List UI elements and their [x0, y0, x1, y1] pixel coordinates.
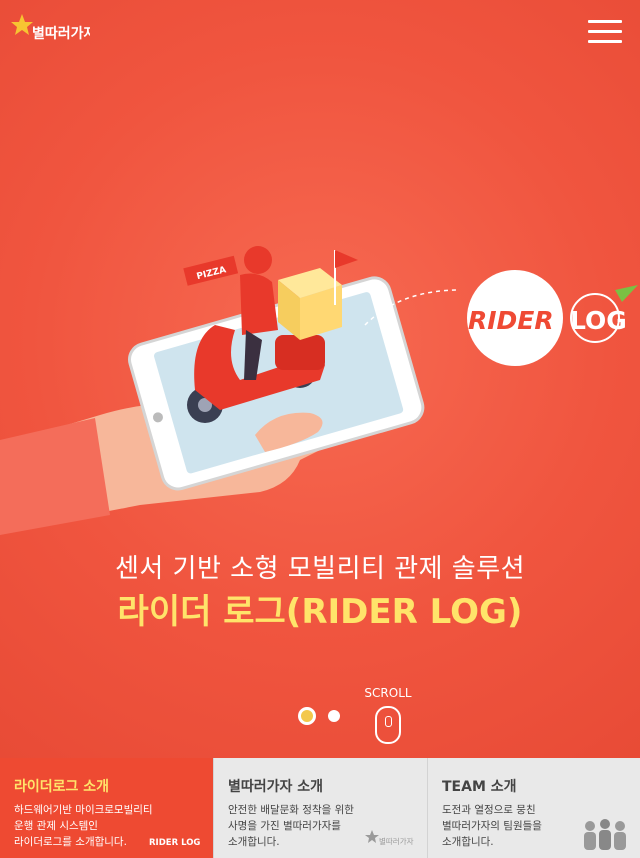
panel-title: TEAM 소개: [442, 779, 517, 795]
panel-text-line: 하드웨어기반 마이크로모빌리티: [14, 804, 153, 816]
svg-text:별따러가자: 별따러가자: [379, 836, 414, 846]
brand-logo[interactable]: 별따러가자: [10, 10, 90, 50]
badge-log-text: LOG: [570, 306, 627, 335]
rider-illustration: PIZZA RIDER LOG: [0, 246, 638, 535]
hero-subtitle: 센서 기반 소형 모빌리티 관제 솔루션: [114, 554, 526, 584]
hero-title: 라이더 로그(RIDER LOG): [117, 592, 523, 632]
slider-dot-2[interactable]: [328, 710, 340, 722]
slider-dot-1[interactable]: [298, 707, 316, 725]
slider-pagination: [298, 707, 340, 725]
team-people-icon: [584, 819, 626, 850]
rider-log-badge: RIDER LOG: [467, 270, 638, 366]
sleeve: [0, 418, 110, 535]
panel-text-line: 안전한 배달문화 정착을 위한: [228, 804, 354, 816]
mouse-icon: [375, 706, 401, 744]
scroll-label: SCROLL: [364, 686, 412, 700]
company-mini-logo: 별따러가자: [365, 830, 414, 846]
scroll-indicator[interactable]: SCROLL: [362, 686, 414, 744]
hero-section: 별따러가자 PIZZA RIDER LOG 센서 기반 소형 모빌리티 관제 솔…: [0, 0, 640, 758]
panel-team[interactable]: TEAM 소개 도전과 열정으로 뭉친 별따러가자의 팀원들을 소개합니다.: [427, 758, 640, 858]
delivery-box: [278, 268, 342, 340]
panel-rider-log[interactable]: 라이더로그 소개 하드웨어기반 마이크로모빌리티 운행 관제 시스템인 라이더로…: [0, 758, 213, 858]
logo-text: 별따러가자: [32, 25, 90, 42]
panel-company[interactable]: 별따러가자 소개 안전한 배달문화 정착을 위한 사명을 가진 별따러가자를 소…: [213, 758, 427, 858]
panel-title: 라이더로그 소개: [14, 779, 110, 795]
badge-rider-text: RIDER: [468, 306, 554, 335]
intro-panels: 라이더로그 소개 하드웨어기반 마이크로모빌리티 운행 관제 시스템인 라이더로…: [0, 758, 640, 858]
hamburger-menu-icon[interactable]: [588, 18, 622, 46]
paper-plane-icon: [615, 285, 638, 302]
pizza-box: PIZZA: [183, 255, 239, 286]
star-icon: [11, 14, 33, 35]
panel-title: 별따러가자 소개: [228, 779, 324, 795]
star-icon: [365, 830, 379, 843]
svg-text:RIDER LOG: RIDER LOG: [149, 838, 200, 848]
rider-log-mini-logo: RIDER LOG: [149, 838, 200, 848]
